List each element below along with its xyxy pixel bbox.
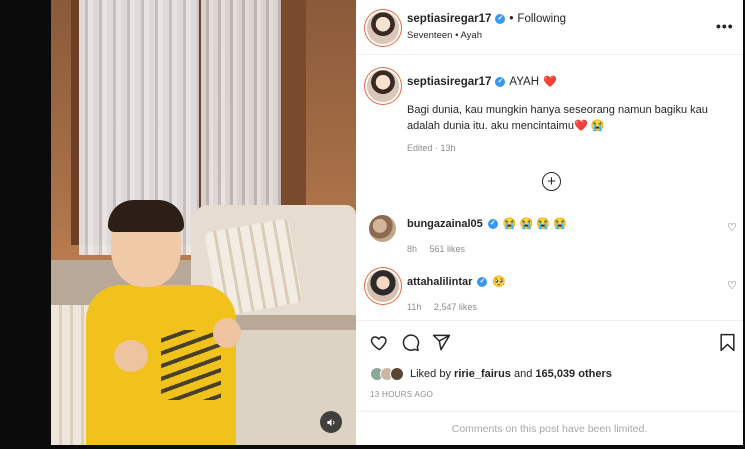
likes-count[interactable]: 165,039 others [535, 368, 611, 380]
comment-time: 11h [407, 302, 422, 312]
likes-summary: Liked by ririe_fairus and 165,039 others [370, 366, 612, 382]
post-panel: septiasiregar17 ✓ • Following Seventeen … [356, 0, 743, 445]
heart-outline-icon[interactable]: ♡ [727, 279, 737, 292]
verified-badge-icon: ✓ [495, 76, 506, 87]
video-child-hand-2 [213, 318, 241, 348]
speaker-icon [326, 418, 334, 426]
comment-likes[interactable]: 561 likes [430, 244, 466, 254]
comment-bubble-icon[interactable] [401, 333, 420, 352]
avatar[interactable] [367, 12, 399, 44]
video-shirt-pattern [161, 330, 221, 400]
comment-likes[interactable]: 2,547 likes [434, 302, 477, 312]
video-child-hand [114, 340, 148, 372]
backdrop-bottom [0, 445, 745, 449]
heart-outline-icon[interactable]: ♡ [727, 221, 737, 234]
caption-username[interactable]: septiasiregar17 [407, 76, 491, 88]
header-user-row: septiasiregar17 ✓ • Following [407, 13, 566, 25]
comment-username[interactable]: attahalilintar [407, 276, 472, 288]
comment-avatar[interactable] [369, 215, 396, 242]
verified-badge-icon: ✓ [495, 14, 506, 24]
paper-plane-icon[interactable] [432, 333, 451, 352]
verified-badge-icon: ✓ [487, 218, 498, 229]
following-button[interactable]: Following [517, 13, 566, 25]
red-heart-emoji: ❤️ [543, 76, 557, 88]
separator-dot: • [509, 13, 514, 25]
post-timestamp[interactable]: 13 HOURS AGO [370, 390, 433, 399]
post-header: septiasiregar17 ✓ • Following Seventeen … [356, 0, 743, 55]
comment-username[interactable]: bungazainal05 [407, 218, 483, 230]
caption-header: septiasiregar17 ✓ AYAH ❤️ [407, 75, 557, 89]
caption-title: AYAH [509, 75, 539, 88]
liker-avatars [370, 367, 404, 381]
heart-outline-icon[interactable] [370, 333, 389, 352]
backdrop-left [0, 0, 51, 449]
more-options-icon[interactable]: ••• [716, 18, 734, 34]
comment-meta: 11h 2,547 likes [407, 302, 487, 312]
comment-row: bungazainal05 ✓ 😭 😭 😭 😭 [407, 217, 567, 231]
avatar [390, 367, 404, 381]
plus-circle-icon[interactable]: + [542, 172, 561, 191]
liked-by-label: Liked by [410, 368, 451, 380]
post-video[interactable] [51, 0, 356, 445]
comment-meta: 8h 561 likes [407, 244, 475, 254]
caption-text: Bagi dunia, kau mungkin hanya seseorang … [407, 104, 708, 132]
likes-and: and [513, 368, 533, 380]
bookmark-icon[interactable] [719, 333, 736, 352]
video-child-hair [108, 200, 184, 232]
video-curtain-2 [201, 0, 281, 215]
comment-avatar[interactable] [367, 270, 399, 302]
comment-time: 8h [407, 244, 418, 254]
comment-text: 😭 😭 😭 😭 [502, 218, 567, 230]
action-bar [356, 320, 743, 370]
mute-button[interactable] [320, 411, 342, 433]
liked-by-user[interactable]: ririe_fairus [454, 368, 511, 380]
caption-avatar[interactable] [367, 70, 399, 102]
verified-badge-icon: ✓ [477, 276, 488, 287]
comment-row: attahalilintar ✓ 🥺 [407, 275, 507, 289]
comment-text: 🥺 [492, 276, 507, 288]
caption-edited-time: Edited · 13h [407, 143, 456, 153]
header-username[interactable]: septiasiregar17 [407, 13, 491, 25]
comments-limited-notice: Comments on this post have been limited. [356, 411, 743, 445]
audio-label[interactable]: Seventeen • Ayah [407, 30, 482, 41]
